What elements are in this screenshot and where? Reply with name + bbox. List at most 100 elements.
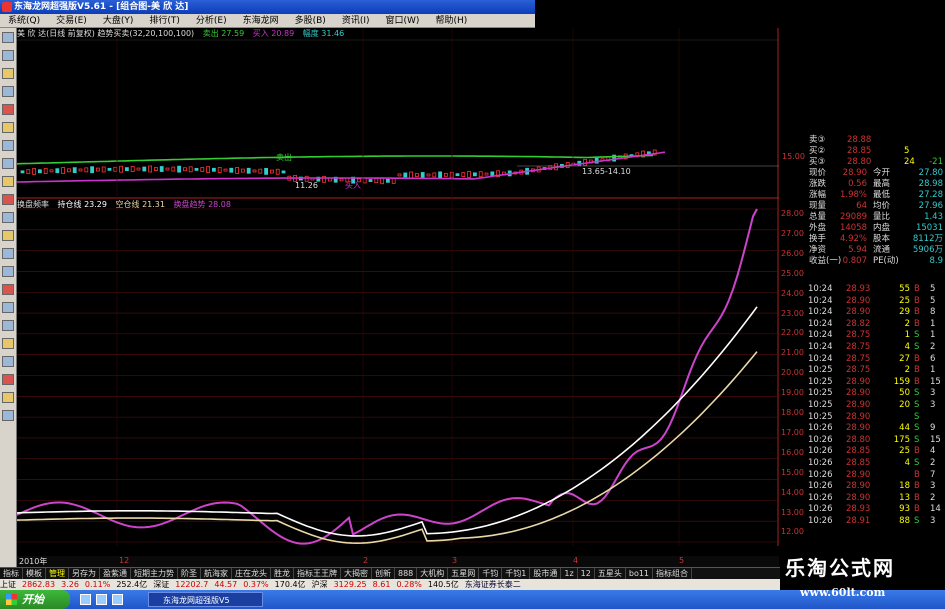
- tab-item[interactable]: 888: [395, 568, 418, 579]
- tool-icon[interactable]: [2, 302, 14, 313]
- tab-item[interactable]: 庄在龙头: [232, 568, 271, 579]
- tool-icon[interactable]: [2, 392, 14, 403]
- app-icon: [2, 2, 12, 12]
- tab-item[interactable]: 另存为: [69, 568, 100, 579]
- menu-item-system[interactable]: 系统(Q): [0, 14, 48, 27]
- menu-item-donghai[interactable]: 东海龙网: [235, 14, 287, 27]
- start-button[interactable]: 开始: [0, 590, 70, 609]
- trade-volume: 20: [899, 399, 910, 410]
- trade-count: 15: [930, 376, 941, 387]
- y-tick-label: 14.00: [781, 487, 804, 497]
- candle: [374, 178, 379, 184]
- tab-item[interactable]: 大机构: [417, 568, 449, 579]
- quote-value: 28.80: [847, 157, 872, 167]
- tool-icon[interactable]: [2, 68, 14, 79]
- trade-count: 1: [930, 365, 936, 376]
- tool-icon[interactable]: [2, 338, 14, 349]
- trade-side: S: [914, 341, 920, 352]
- candle: [182, 167, 187, 172]
- tab-item[interactable]: 股市通: [530, 568, 562, 579]
- trade-count: 3: [930, 399, 936, 410]
- quicklaunch-icon[interactable]: [80, 594, 91, 605]
- candle: [159, 166, 164, 172]
- tab-item[interactable]: 千钧: [479, 568, 503, 579]
- tab-item[interactable]: 大揭密: [341, 568, 372, 579]
- tool-icon[interactable]: [2, 158, 14, 169]
- tab-item[interactable]: 1z: [561, 568, 578, 579]
- quote-label: 股本: [873, 234, 891, 244]
- menu-item-help[interactable]: 帮助(H): [427, 14, 475, 27]
- tool-icon[interactable]: [2, 374, 14, 385]
- quote-label: 流通: [873, 245, 891, 255]
- tab-item[interactable]: 创新: [372, 568, 395, 579]
- tool-icon[interactable]: [2, 410, 14, 421]
- x-axis: 2010年 12 2 3 4 5: [17, 556, 779, 567]
- tab-item[interactable]: 指标组合: [653, 568, 693, 579]
- tab-item[interactable]: 阶圣: [178, 568, 201, 579]
- tool-icon[interactable]: [2, 248, 14, 259]
- candle: [72, 167, 77, 174]
- quote-value: 28.88: [847, 135, 872, 145]
- trade-count: 3: [930, 481, 936, 492]
- tab-item[interactable]: 模板: [23, 568, 46, 579]
- tab-item[interactable]: 胜龙: [271, 568, 294, 579]
- tab-item[interactable]: 指标: [0, 568, 23, 579]
- tool-icon[interactable]: [2, 32, 14, 43]
- y-tick-label: 28.00: [781, 209, 804, 218]
- tool-icon[interactable]: [2, 176, 14, 187]
- tab-item[interactable]: 五星网: [448, 568, 480, 579]
- x-label: 5: [679, 556, 685, 565]
- trade-count: 3: [930, 515, 936, 526]
- quote-label: 换手: [809, 234, 827, 244]
- tool-icon[interactable]: [2, 86, 14, 97]
- tab-item[interactable]: 管理: [46, 568, 69, 579]
- menu-item-multi[interactable]: 多股(B): [287, 14, 334, 27]
- taskbar-app-button[interactable]: 东海龙网超强版V5: [148, 592, 263, 607]
- menu-item-analysis[interactable]: 分析(E): [188, 14, 235, 27]
- index-value: 3129.25: [333, 580, 367, 589]
- tab-item[interactable]: 五星头: [595, 568, 626, 579]
- menu-item-trade[interactable]: 交易(E): [48, 14, 95, 27]
- quote-value: 28.90: [842, 168, 867, 178]
- tool-icon[interactable]: [2, 284, 14, 295]
- menu-item-window[interactable]: 窗口(W): [378, 14, 428, 27]
- chart-area[interactable]: [17, 28, 779, 546]
- quote-label: 净资: [809, 245, 827, 255]
- tab-item[interactable]: 航海家: [201, 568, 232, 579]
- quote-row: 涨跌 0.56 最高 28.98: [809, 179, 945, 190]
- tab-item[interactable]: 盈紫通: [100, 568, 131, 579]
- tool-icon[interactable]: [2, 212, 14, 223]
- tab-item[interactable]: 12: [578, 568, 595, 579]
- trade-volume: 88: [899, 515, 910, 526]
- tab-item[interactable]: 千钧1: [502, 568, 531, 579]
- trade-count: 2: [930, 457, 936, 468]
- tool-icon[interactable]: [2, 194, 14, 205]
- tool-icon[interactable]: [2, 50, 14, 61]
- tab-item[interactable]: bo11: [626, 568, 654, 579]
- tab-item[interactable]: 短期主力势: [131, 568, 178, 579]
- candle: [194, 168, 199, 171]
- y-tick-label: 21.00: [781, 348, 804, 358]
- candle: [188, 166, 193, 173]
- tool-icon[interactable]: [2, 140, 14, 151]
- menu-item-market[interactable]: 大盘(Y): [95, 14, 142, 27]
- menu-item-info[interactable]: 资讯(I): [334, 14, 378, 27]
- tool-icon[interactable]: [2, 356, 14, 367]
- tool-icon[interactable]: [2, 230, 14, 241]
- candle: [217, 167, 222, 173]
- tool-icon[interactable]: [2, 122, 14, 133]
- tool-icon[interactable]: [2, 320, 14, 331]
- empty-value: 空仓线 21.31: [115, 200, 165, 209]
- trade-side: S: [914, 423, 920, 434]
- quicklaunch-icon[interactable]: [96, 594, 107, 605]
- candle: [414, 173, 419, 177]
- quote-value: 64: [856, 201, 867, 211]
- quicklaunch-icon[interactable]: [112, 594, 123, 605]
- index-value: 2862.83: [22, 580, 56, 589]
- tool-icon[interactable]: [2, 266, 14, 277]
- tool-icon[interactable]: [2, 104, 14, 115]
- trade-list[interactable]: 10:24 28.93 55 B 5 10:24 28.90 25 B 5 10:24 28.90 29…: [808, 284, 945, 527]
- tab-item[interactable]: 指标王王牌: [294, 568, 341, 579]
- menu-item-rank[interactable]: 排行(T): [141, 14, 188, 27]
- index-name: 上证: [0, 580, 16, 589]
